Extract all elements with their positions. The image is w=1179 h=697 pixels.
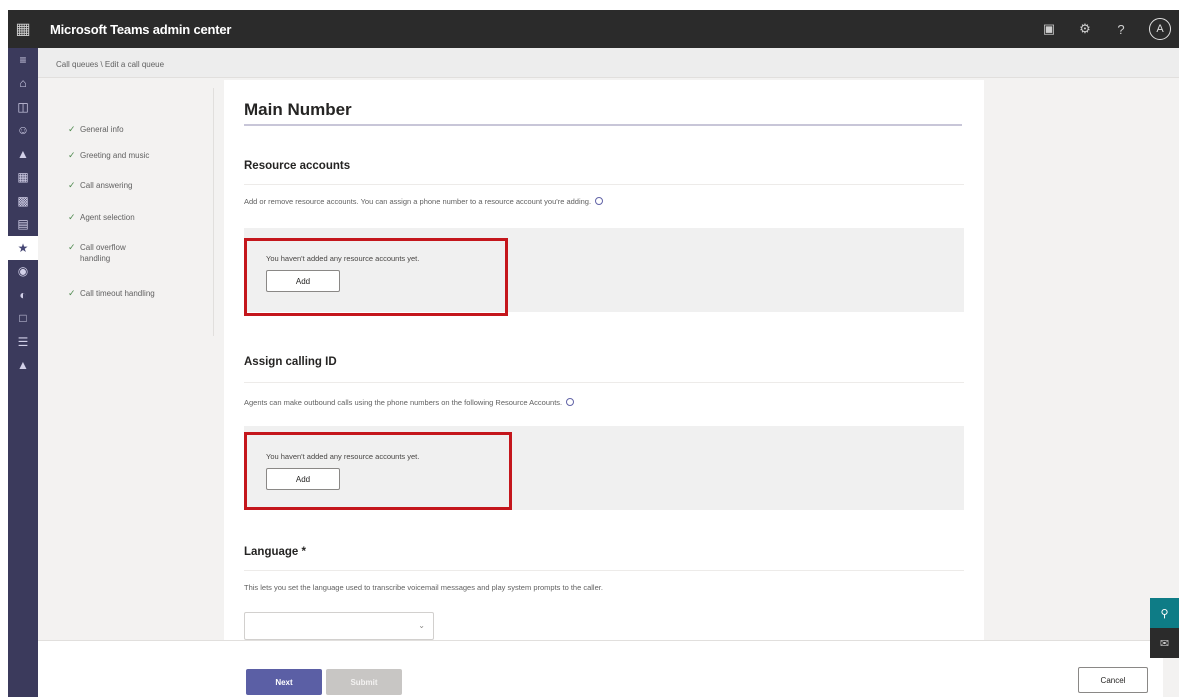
settings-icon[interactable]: ⚙ [1077,21,1093,37]
check-icon: ✓ [68,150,76,160]
step-greeting-and-music[interactable]: ✓ Greeting and music [68,150,149,161]
check-icon: ✓ [68,212,76,222]
step-label: General info [80,125,124,134]
top-bar-actions: ▣ ⚙ ? A [1041,10,1171,48]
top-bar: ▦ Microsoft Teams admin center ▣ ⚙ ? A [8,10,1179,48]
section-divider [244,382,964,383]
deployment-icon[interactable]: ▲ [8,142,38,166]
assign-calling-id-heading: Assign calling ID [244,356,337,368]
step-general-info[interactable]: ✓ General info [68,124,124,135]
meetings-icon[interactable]: ▤ [8,213,38,237]
main-content: Main Number Resource accounts Add or rem… [224,80,984,660]
step-call-answering[interactable]: ✓ Call answering [68,180,132,191]
language-heading: Language * [244,546,306,558]
breadcrumb[interactable]: Call queues \ Edit a call queue [38,48,1179,78]
check-icon: ✓ [68,124,76,134]
info-icon[interactable] [566,398,575,406]
voice-icon[interactable]: ★ [8,236,38,260]
section-divider [244,184,964,185]
language-description: This lets you set the language used to t… [244,583,603,592]
help-pin-icon[interactable]: ⚲ [1150,598,1179,628]
step-agent-selection[interactable]: ✓ Agent selection [68,212,135,223]
assign-calling-id-description-text: Agents can make outbound calls using the… [244,398,563,407]
action-bar: Next Submit Cancel [38,640,1163,697]
submit-button[interactable]: Submit [326,669,402,695]
locations-icon[interactable]: ◉ [8,260,38,284]
teams-icon[interactable]: ◫ [8,95,38,119]
resource-accounts-heading: Resource accounts [244,160,351,172]
highlight-box [244,238,508,316]
left-nav-rail: ≡ ⌂ ◫ ☺ ▲ ▦ ▩ ▤ ★ ◉ ◐ □ ☰ ▲ [8,48,38,697]
notifications-icon[interactable]: ▲ [8,354,38,378]
step-call-overflow-handling[interactable]: ✓ Call overflow handling [68,242,158,264]
cancel-button[interactable]: Cancel [1078,667,1148,693]
language-select[interactable]: ⌄ [244,612,434,640]
planning-icon[interactable]: □ [8,307,38,331]
step-label: Call answering [80,181,133,190]
teams-apps-icon[interactable]: ▩ [8,189,38,213]
dashboard-icon[interactable]: ⌂ [8,72,38,96]
step-label: Agent selection [80,213,135,222]
check-icon: ✓ [68,180,76,190]
assign-calling-id-description: Agents can make outbound calls using the… [244,398,575,407]
step-label: Greeting and music [80,151,150,160]
highlight-box [244,432,512,510]
calendar-icon[interactable]: ▣ [1041,21,1057,37]
wizard-steps: ✓ General info ✓ Greeting and music ✓ Ca… [54,88,214,336]
users-icon[interactable]: ☺ [8,119,38,143]
page-title: Main Number [244,100,352,119]
feedback-icon[interactable]: ✉ [1150,628,1179,658]
app-title[interactable]: Microsoft Teams admin center [50,22,231,37]
resource-accounts-description-text: Add or remove resource accounts. You can… [244,197,592,206]
next-button[interactable]: Next [246,669,322,695]
analytics-icon[interactable]: ☰ [8,330,38,354]
policy-packages-icon[interactable]: ◐ [8,283,38,307]
app-frame: ▦ Microsoft Teams admin center ▣ ⚙ ? A ≡… [8,10,1179,697]
section-divider [244,570,964,571]
resource-accounts-description: Add or remove resource accounts. You can… [244,197,604,206]
app-launcher-icon[interactable]: ▦ [8,10,38,48]
avatar[interactable]: A [1149,18,1171,40]
step-call-timeout-handling[interactable]: ✓ Call timeout handling [68,288,158,299]
step-label: Call timeout handling [80,289,155,298]
teams-devices-icon[interactable]: ▦ [8,166,38,190]
info-icon[interactable] [595,197,604,205]
chevron-down-icon: ⌄ [418,621,425,630]
step-label: Call overflow handling [79,243,126,263]
check-icon: ✓ [68,288,76,298]
help-icon[interactable]: ? [1113,22,1129,37]
title-divider [244,124,962,126]
menu-icon[interactable]: ≡ [8,48,38,72]
check-icon: ✓ [68,242,76,252]
